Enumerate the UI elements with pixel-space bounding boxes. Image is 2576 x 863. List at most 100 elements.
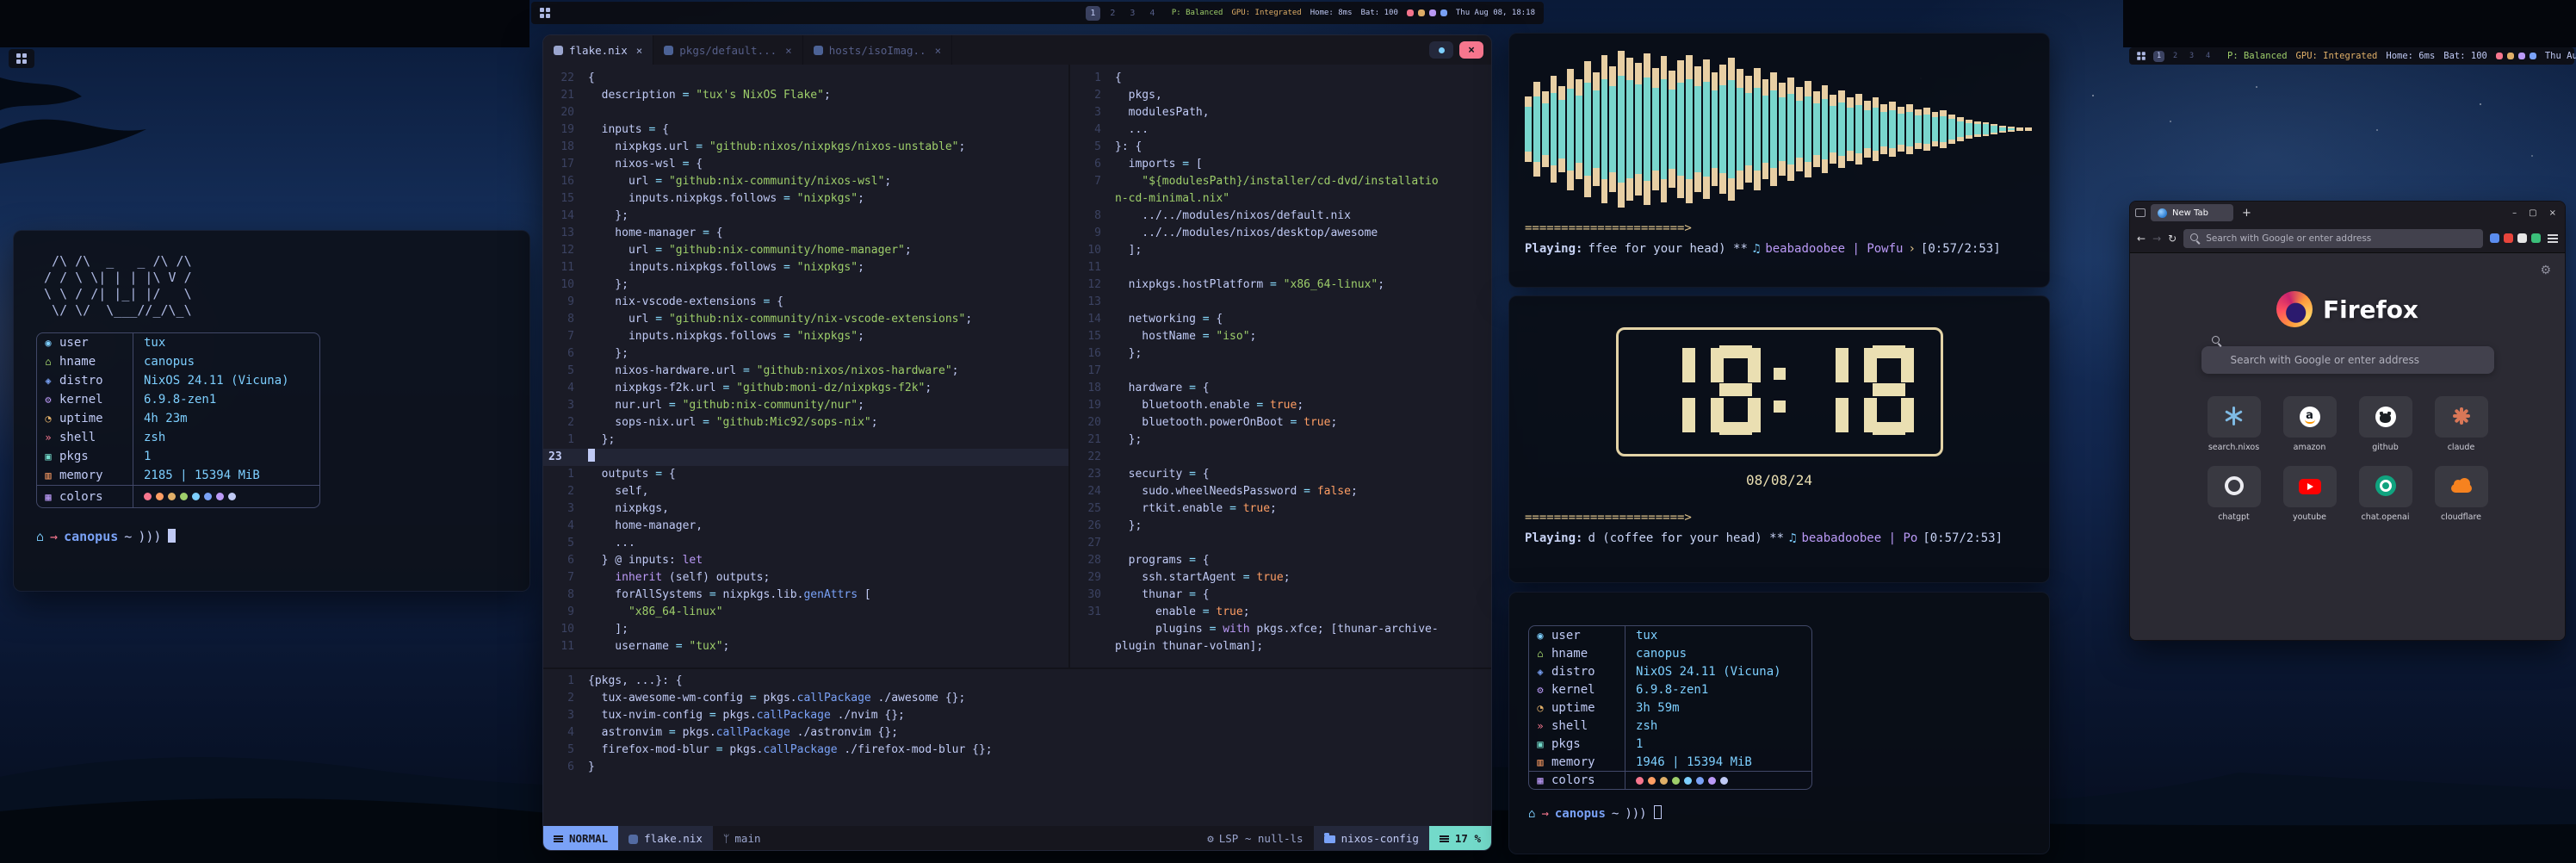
terminal-fetch-left[interactable]: /\ /\ _ _ /\ /\ / / \ \| | | |\ V / \ \ … <box>13 230 530 592</box>
screen-void-right <box>2123 0 2576 47</box>
editor-cursor <box>588 449 595 462</box>
shortcut-tile-youtube[interactable]: youtube <box>2282 466 2338 522</box>
dot-icon <box>1439 47 1445 53</box>
line-number: 24 <box>1070 483 1101 500</box>
address-bar[interactable]: Search with Google or enter address <box>2183 229 2483 248</box>
close-button[interactable]: × <box>2549 208 2556 218</box>
tab-close-icon[interactable]: × <box>636 44 643 57</box>
editor-splits: 22{21 description = "tux's NixOS Flake";… <box>543 65 1491 667</box>
night-light-icon[interactable] <box>1429 9 1436 16</box>
tab-close-icon[interactable]: × <box>935 44 942 57</box>
editor-tabs: flake.nix×pkgs/default...×hosts/isoImag.… <box>543 35 952 65</box>
wifi-icon[interactable] <box>2530 53 2536 59</box>
neovim-window[interactable]: flake.nix×pkgs/default...×hosts/isoImag.… <box>542 34 1492 851</box>
fetch-row-shell: »shellzsh <box>37 428 319 447</box>
editor-tab-0[interactable]: flake.nix× <box>543 35 653 65</box>
clock-status[interactable]: Thu Aug 08, 18:18 <box>1456 9 1535 17</box>
left-monitor-bar <box>9 49 34 68</box>
tab-close-icon[interactable]: × <box>785 44 792 57</box>
pkgs-icon: ▣ <box>37 450 59 463</box>
minimize-button[interactable]: – <box>2512 208 2517 218</box>
line-number: 6 <box>1070 156 1101 173</box>
visualizer-bar <box>1822 85 1829 173</box>
visualizer-bar <box>1533 82 1540 176</box>
mic-icon[interactable] <box>1418 9 1425 16</box>
code-line: 11 <box>1070 259 1491 276</box>
memory-icon: ▥ <box>1529 756 1551 768</box>
code-pane-iso[interactable]: 1{2 pkgs,3 modulesPath,4 ...5}: {6 impor… <box>1070 65 1491 667</box>
maximize-button[interactable]: ▢ <box>2529 208 2536 218</box>
hname-icon: ⌂ <box>1529 648 1551 660</box>
code-line: 1 }; <box>543 432 1068 449</box>
code-pane-flake[interactable]: 22{21 description = "tux's NixOS Flake";… <box>543 65 1070 667</box>
line-number: 23 <box>1070 466 1101 483</box>
fetch-colors-row: ▦colors <box>37 485 319 507</box>
visualizer-bar <box>1618 51 1625 208</box>
launcher-icon[interactable] <box>16 53 27 64</box>
code-pane-pkgs[interactable]: 1{pkgs, ...}: {2 tux-awesome-wm-config =… <box>543 667 1491 826</box>
workspace-2[interactable]: 2 <box>1105 6 1120 21</box>
launcher-icon[interactable] <box>2137 52 2146 60</box>
visualizer-bar <box>1576 79 1582 180</box>
close-window-button[interactable]: × <box>1459 41 1483 59</box>
workspace-3[interactable]: 3 <box>2186 51 2197 62</box>
firefox-view-icon[interactable] <box>2135 208 2146 217</box>
wifi-icon[interactable] <box>1440 9 1447 16</box>
shortcut-tile-amazon[interactable]: aamazon <box>2282 396 2338 452</box>
extension-icon-green[interactable] <box>2531 233 2541 243</box>
line-number: 5 <box>1070 139 1101 156</box>
volume-icon[interactable] <box>1407 9 1414 16</box>
vim-mode-segment: NORMAL <box>543 826 618 851</box>
clock-panel[interactable]: 08/08/24 ======================> Playing… <box>1508 295 2050 583</box>
night-light-icon[interactable] <box>2518 53 2525 59</box>
visualizer-bar <box>1838 90 1845 168</box>
launcher-icon[interactable] <box>540 8 550 18</box>
workspace-4[interactable]: 4 <box>2202 51 2214 62</box>
visualizer-bar <box>1712 72 1718 186</box>
marquee-separator: ======================> <box>1525 221 2034 235</box>
extension-icon-light[interactable] <box>2517 233 2527 243</box>
extension-icon-blue[interactable] <box>2490 233 2499 243</box>
visualizer-bar <box>1880 104 1887 154</box>
reload-button[interactable]: ↻ <box>2168 233 2177 245</box>
code-line: 27 <box>1070 535 1491 552</box>
new-tab-button[interactable]: + <box>2239 207 2255 220</box>
extension-icon-red[interactable] <box>2504 233 2513 243</box>
shortcut-tile-github[interactable]: github <box>2358 396 2413 452</box>
editor-tab-2[interactable]: hosts/isoImag..× <box>803 35 952 65</box>
workspace-1[interactable]: 1 <box>2153 51 2164 62</box>
forward-button[interactable]: → <box>2152 233 2161 245</box>
newtab-search-input[interactable] <box>2201 346 2494 374</box>
line-number: 1 <box>1070 70 1101 87</box>
shortcut-tile-chatgpt[interactable]: chatgpt <box>2207 466 2262 522</box>
personalize-gear-icon[interactable]: ⚙ <box>2540 264 2551 277</box>
cava-visualizer-panel[interactable]: ======================> Playing:ffee for… <box>1508 33 2050 288</box>
shortcut-tile-claude[interactable]: claude <box>2434 396 2489 452</box>
visualizer-bar <box>1779 83 1786 175</box>
line-number: 12 <box>543 242 574 259</box>
volume-icon[interactable] <box>2496 53 2503 59</box>
back-button[interactable]: ← <box>2137 233 2146 245</box>
code-line: 4 ... <box>1070 121 1491 139</box>
tab-new-tab[interactable]: New Tab <box>2151 204 2233 221</box>
shortcut-tile-search.nixos[interactable]: search.nixos <box>2207 396 2262 452</box>
workspace-1[interactable]: 1 <box>1086 6 1100 21</box>
editor-tab-1[interactable]: pkgs/default...× <box>653 35 802 65</box>
line-number: 14 <box>1070 311 1101 328</box>
buffer-menu-button[interactable] <box>1429 41 1453 59</box>
clock-status[interactable]: Thu Aug 08, 18:18 <box>2545 51 2576 61</box>
workspace-3[interactable]: 3 <box>1125 6 1140 21</box>
mic-icon[interactable] <box>2507 53 2514 59</box>
code-line: 8 forAllSystems = nixpkgs.lib.genAttrs [ <box>543 587 1068 604</box>
code-line: 16 }; <box>1070 345 1491 363</box>
shortcut-tile-chat.openai[interactable]: chat.openai <box>2358 466 2413 522</box>
nix-file-icon <box>554 46 563 55</box>
menu-icon[interactable] <box>2548 234 2558 236</box>
firefox-window[interactable]: New Tab + – ▢ × ← → ↻ Search with Google… <box>2129 201 2566 641</box>
terminal-fetch-right[interactable]: ◉usertux⌂hnamecanopus◈distroNixOS 24.11 … <box>1508 592 2050 854</box>
workspace-2[interactable]: 2 <box>2170 51 2181 62</box>
line-number: 21 <box>1070 432 1101 449</box>
workspace-4[interactable]: 4 <box>1145 6 1160 21</box>
shortcut-tile-cloudflare[interactable]: cloudflare <box>2434 466 2489 522</box>
prompt-host: canopus <box>1555 807 1606 821</box>
